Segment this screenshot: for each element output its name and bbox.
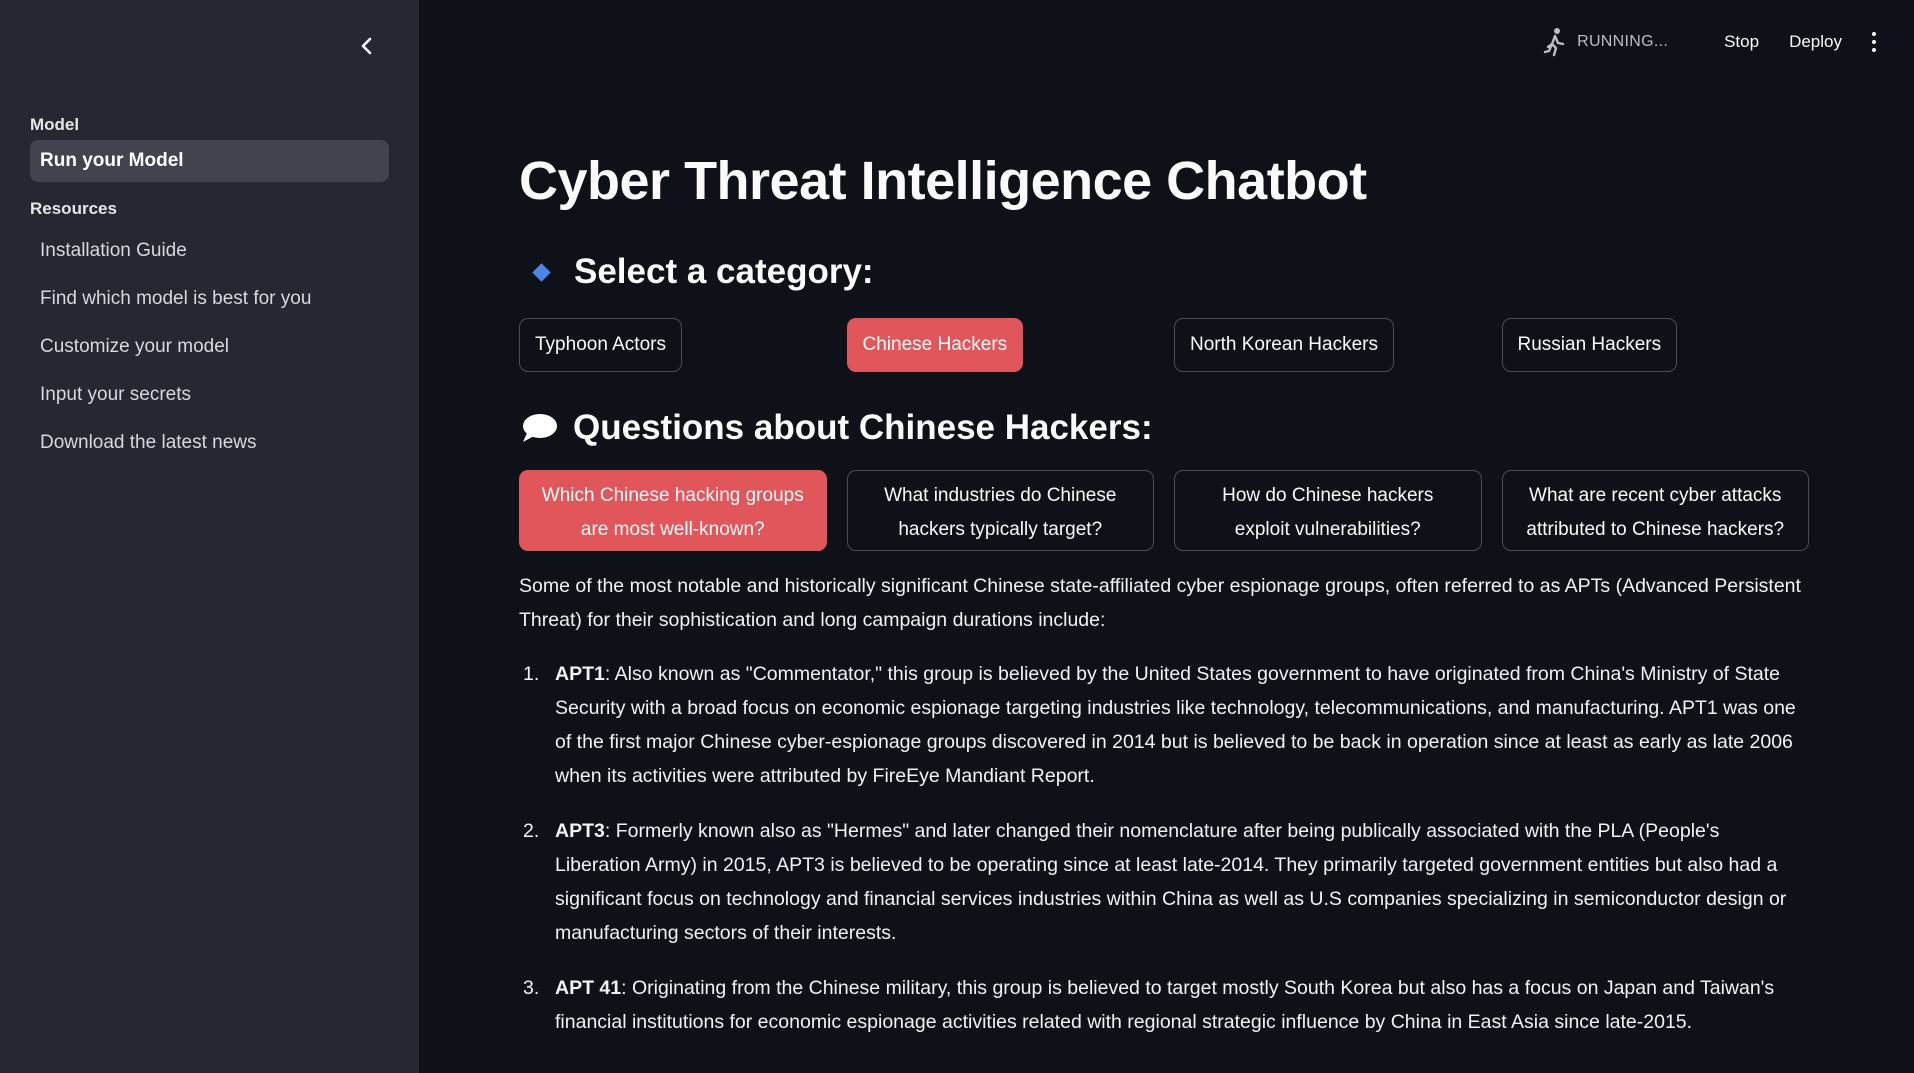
sidebar-item-customize-model[interactable]: Customize your model [30,326,389,368]
list-item-number: 3. [523,977,540,999]
stop-button[interactable]: Stop [1724,32,1759,52]
running-status-text: RUNNING... [1577,33,1669,50]
list-item-text: : Formerly known also as "Hermes" and la… [555,820,1787,944]
question-button-exploit-vulnerabilities[interactable]: How do Chinese hackers exploit vulnerabi… [1174,470,1482,551]
questions-heading: Questions about Chinese Hackers: [519,408,1809,448]
speech-bubble-icon [523,414,557,442]
sidebar-item-run-your-model[interactable]: Run your Model [30,140,389,182]
sidebar-item-installation-guide[interactable]: Installation Guide [30,230,389,272]
category-button-russian-hackers[interactable]: Russian Hackers [1501,318,1678,372]
collapse-sidebar-button[interactable] [354,30,380,62]
category-buttons: Typhoon Actors Chinese Hackers North Kor… [519,318,1809,372]
list-item-number: 2. [523,820,540,842]
list-item-text: : Also known as "Commentator," this grou… [555,663,1796,787]
answer-list: 1. APT1: Also known as "Commentator," th… [519,657,1809,1039]
answer-text: Some of the most notable and historicall… [519,569,1809,1039]
question-button-target-industries[interactable]: What industries do Chinese hackers typic… [846,470,1154,551]
category-heading: Select a category: [519,252,1809,292]
chevron-left-icon [361,37,372,55]
question-buttons: Which Chinese hacking groups are most we… [519,470,1809,551]
list-item-body: APT1: Also known as "Commentator," this … [555,657,1809,793]
sidebar-item-download-news[interactable]: Download the latest news [30,422,389,464]
list-item: 1. APT1: Also known as "Commentator," th… [519,657,1809,793]
question-button-recent-attacks[interactable]: What are recent cyber attacks attributed… [1501,470,1809,551]
list-item-name: APT3 [555,820,605,842]
app-root: Model Run your Model Resources Installat… [0,0,1914,1073]
running-status: RUNNING... [1543,27,1668,57]
kebab-menu-icon[interactable] [1872,32,1878,52]
running-man-icon [1543,28,1565,57]
list-item: 2. APT3: Formerly known also as "Hermes"… [519,814,1809,950]
questions-heading-text: Questions about Chinese Hackers: [573,408,1153,447]
content-area: Cyber Threat Intelligence Chatbot Select… [519,150,1809,1060]
list-item-text: : Originating from the Chinese military,… [555,977,1775,1033]
sidebar-section-resources: Resources [30,199,117,218]
category-button-chinese-hackers[interactable]: Chinese Hackers [846,318,1024,372]
question-button-well-known-groups[interactable]: Which Chinese hacking groups are most we… [519,470,827,551]
sidebar-item-input-secrets[interactable]: Input your secrets [30,374,389,416]
sidebar-section-model: Model [30,115,80,134]
toolbar: RUNNING... Stop Deploy [1543,22,1914,62]
list-item-number: 1. [523,663,540,685]
deploy-button[interactable]: Deploy [1789,32,1842,52]
main-content: RUNNING... Stop Deploy Cyber Threat Inte… [419,0,1914,1073]
category-button-north-korean-hackers[interactable]: North Korean Hackers [1174,318,1394,372]
list-item: 3. APT 41: Originating from the Chinese … [519,971,1809,1039]
sidebar: Model Run your Model Resources Installat… [0,0,419,1073]
blue-diamond-icon [532,262,551,282]
sidebar-nav: Model Run your Model Resources Installat… [30,110,389,470]
sidebar-item-find-model[interactable]: Find which model is best for you [30,278,389,320]
category-button-typhoon-actors[interactable]: Typhoon Actors [519,318,682,372]
page-title: Cyber Threat Intelligence Chatbot [519,151,1367,211]
list-item-body: APT 41: Originating from the Chinese mil… [555,971,1809,1039]
list-item-name: APT1 [555,663,605,685]
list-item-name: APT 41 [555,977,622,999]
list-item-body: APT3: Formerly known also as "Hermes" an… [555,814,1809,950]
answer-intro: Some of the most notable and historicall… [519,575,1801,631]
category-heading-text: Select a category: [574,252,874,291]
